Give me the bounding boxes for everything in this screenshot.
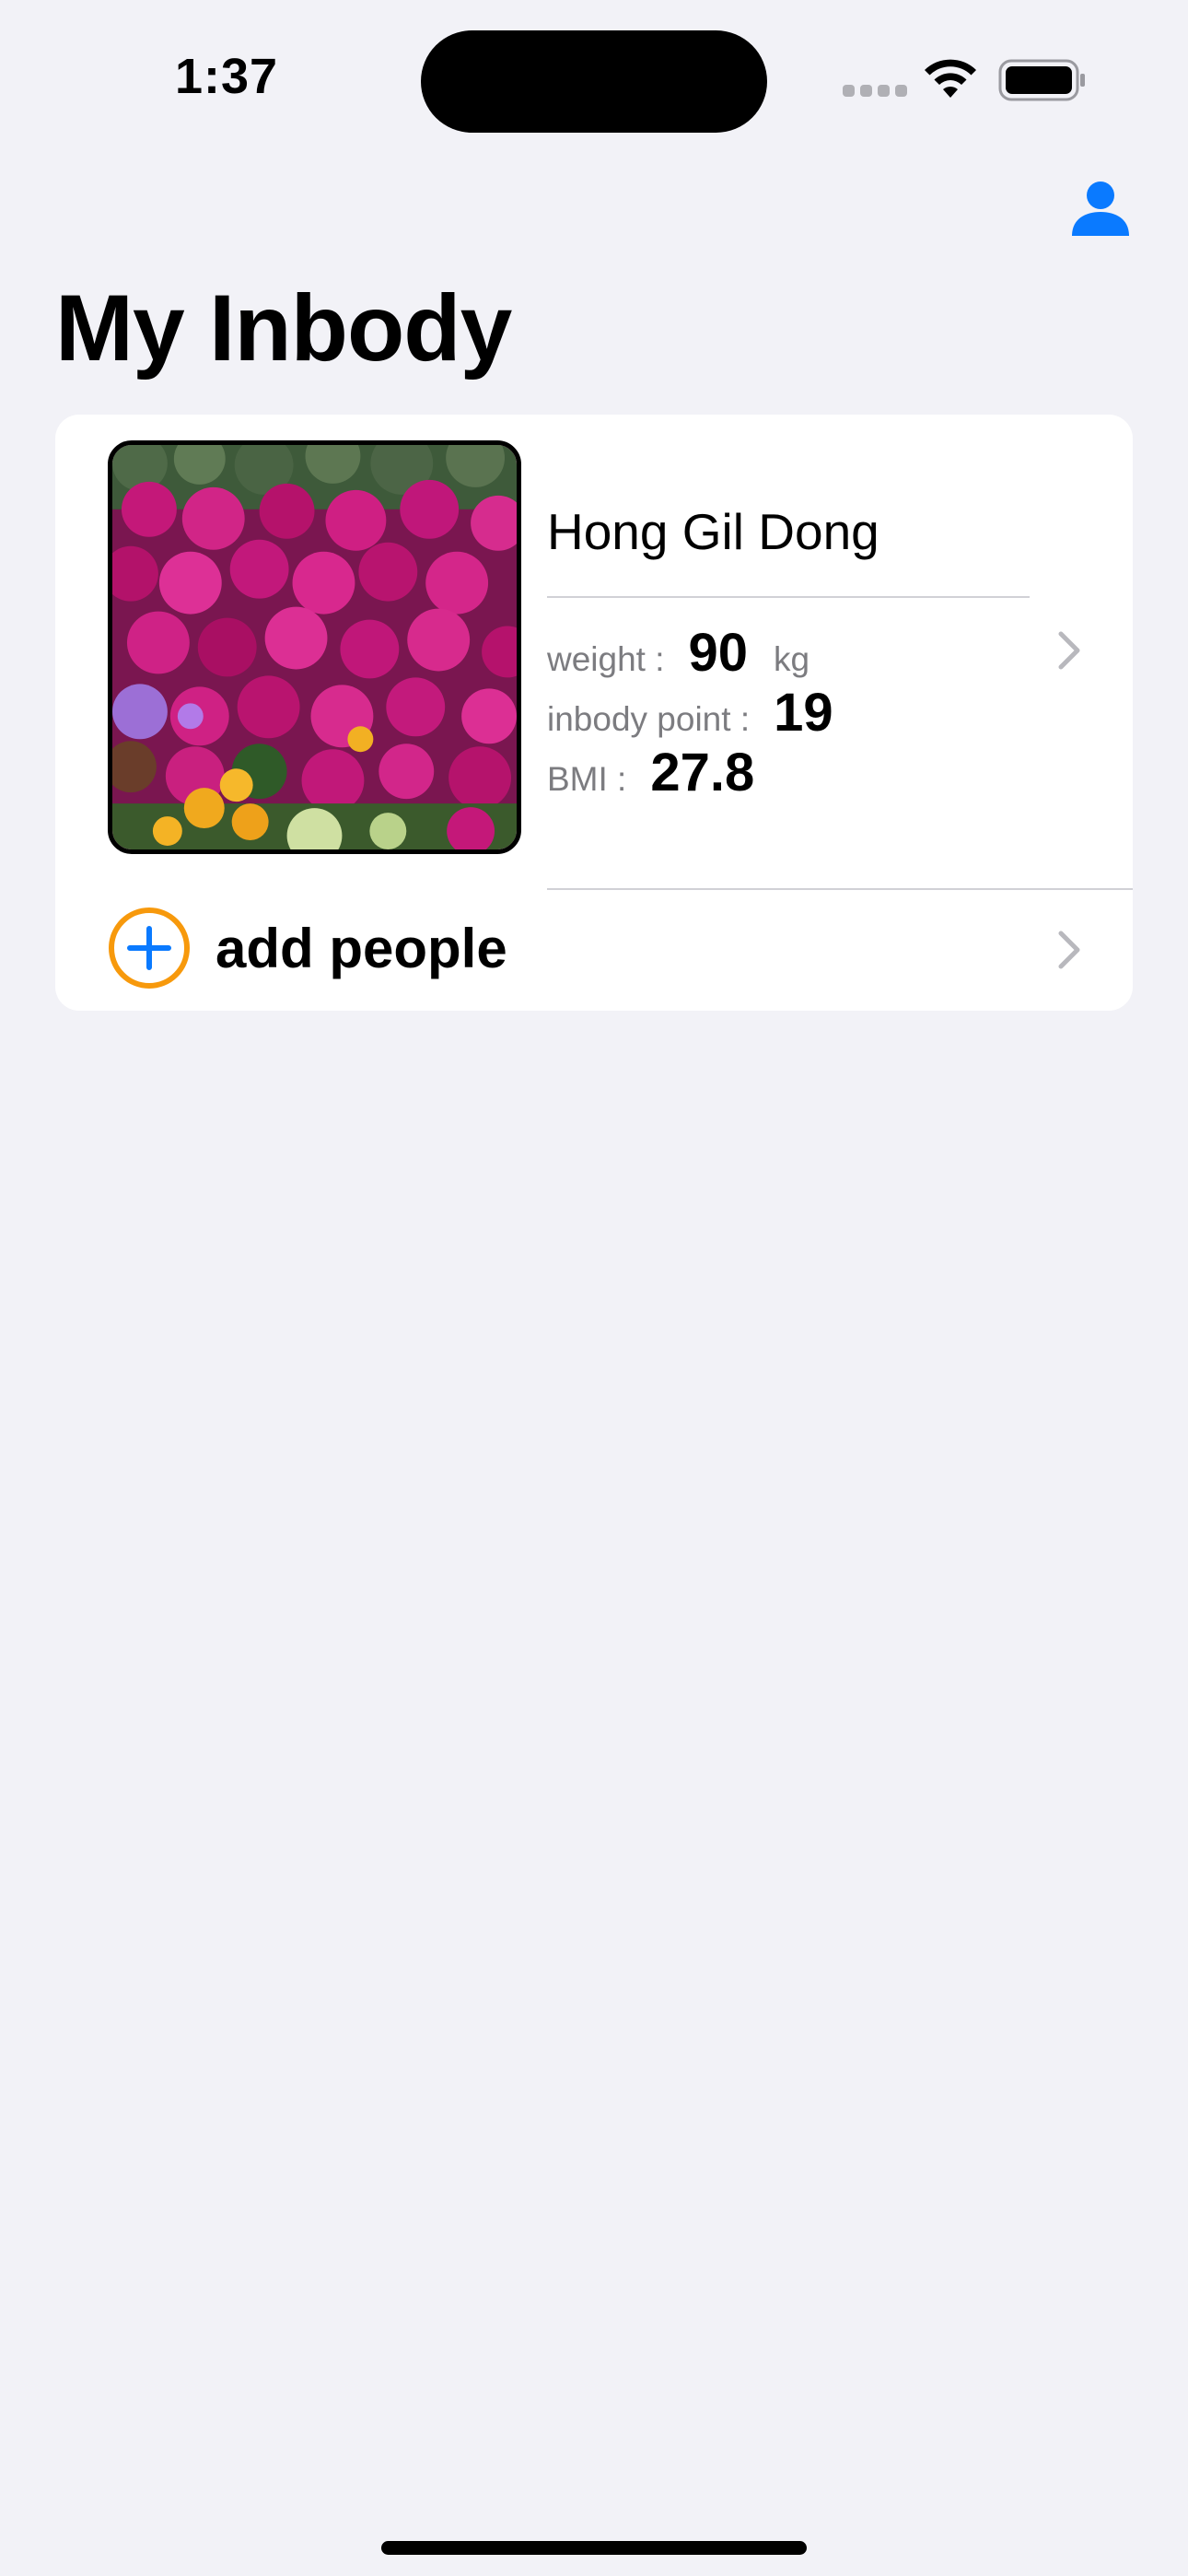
chevron-right-icon (1058, 631, 1080, 670)
add-people-label: add people (215, 918, 507, 979)
person-icon (1072, 181, 1129, 236)
status-time: 1:37 (175, 49, 279, 104)
person-name: Hong Gil Dong (547, 503, 879, 560)
wifi-icon (925, 59, 976, 98)
person-row[interactable]: Hong Gil Dong weight : 90 kg inbody poin… (55, 415, 1133, 888)
inbody-point-stat: inbody point : 19 (547, 682, 833, 744)
home-indicator[interactable] (381, 2541, 807, 2555)
inbody-point-label: inbody point : (547, 700, 751, 738)
weight-stat: weight : 90 kg (547, 622, 809, 684)
person-photo (108, 440, 521, 854)
dynamic-island (421, 30, 767, 133)
profile-button[interactable] (1068, 177, 1133, 241)
weight-value: 90 (688, 623, 749, 683)
people-card: Hong Gil Dong weight : 90 kg inbody poin… (55, 415, 1133, 1011)
plus-circle-icon (109, 907, 190, 989)
page-title: My Inbody (55, 275, 512, 381)
add-people-button[interactable]: add people (55, 890, 1133, 1011)
chevron-right-icon (1058, 931, 1080, 969)
bmi-stat: BMI : 27.8 (547, 742, 754, 803)
weight-label: weight : (547, 640, 665, 678)
bmi-label: BMI : (547, 760, 627, 798)
inbody-point-value: 19 (774, 683, 833, 743)
weight-unit: kg (774, 640, 810, 678)
name-divider (547, 596, 1030, 598)
bmi-value: 27.8 (650, 743, 755, 802)
cellular-signal-icon (843, 85, 907, 97)
battery-icon (998, 59, 1085, 101)
